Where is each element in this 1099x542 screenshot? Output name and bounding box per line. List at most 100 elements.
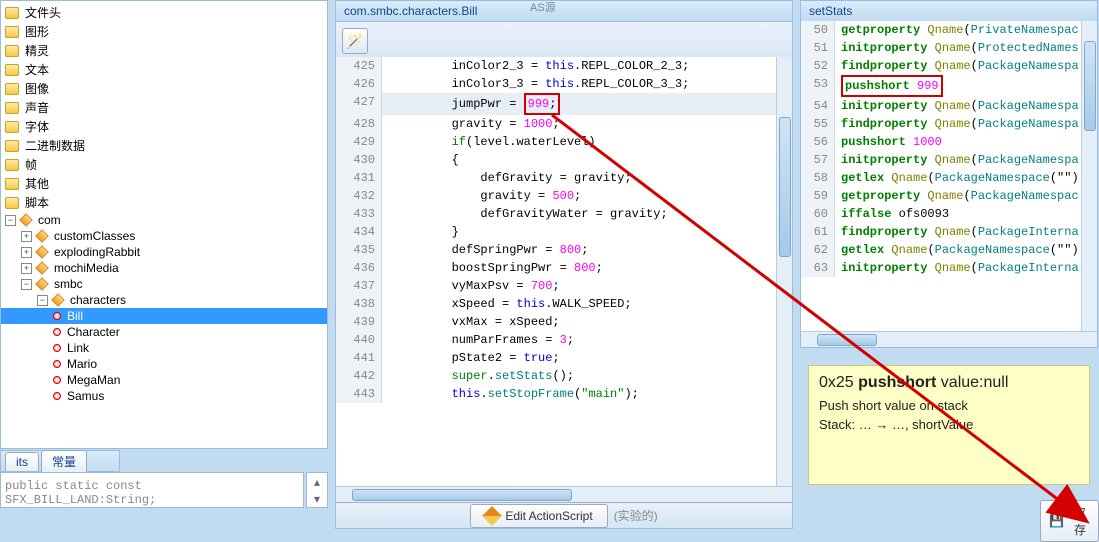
package-icon xyxy=(35,261,49,275)
tree-item[interactable]: 其他 xyxy=(1,174,327,193)
folder-icon xyxy=(5,140,19,152)
tree-item[interactable]: Mario xyxy=(1,356,327,372)
tab-traits[interactable]: its xyxy=(5,452,39,471)
code-line[interactable]: 436 boostSpringPwr = 800; xyxy=(336,259,792,277)
bytecode-line[interactable]: 57initproperty Qname(PackageNamespa xyxy=(801,151,1097,169)
expand-icon[interactable]: + xyxy=(21,247,32,258)
tool-button[interactable]: 🪄 xyxy=(342,28,368,54)
tree-item[interactable]: Link xyxy=(1,340,327,356)
bytecode-line[interactable]: 62getlex Qname(PackageNamespace("") xyxy=(801,241,1097,259)
save-button[interactable]: 💾 仅存 xyxy=(1040,500,1099,542)
tree-item[interactable]: −characters xyxy=(1,292,327,308)
source-code[interactable]: 425 inColor2_3 = this.REPL_COLOR_2_3;426… xyxy=(336,57,792,486)
mini-scroll[interactable]: ▴ ▾ xyxy=(306,472,328,508)
class-icon xyxy=(53,344,61,352)
code-line[interactable]: 434 } xyxy=(336,223,792,241)
class-icon xyxy=(53,360,61,368)
tree-item[interactable]: +customClasses xyxy=(1,228,327,244)
package-icon xyxy=(51,293,65,307)
code-line[interactable]: 430 { xyxy=(336,151,792,169)
code-line[interactable]: 425 inColor2_3 = this.REPL_COLOR_2_3; xyxy=(336,57,792,75)
tree-panel: 文件头图形精灵文本图像声音字体二进制数据帧其他脚本−com+customClas… xyxy=(0,0,328,449)
folder-icon xyxy=(5,197,19,209)
arrow-down-icon[interactable]: ▾ xyxy=(307,490,327,507)
bytecode-code[interactable]: 50getproperty Qname(PrivateNamespac51ini… xyxy=(801,21,1097,331)
tree-item[interactable]: +explodingRabbit xyxy=(1,244,327,260)
tree-item[interactable]: 二进制数据 xyxy=(1,136,327,155)
code-line[interactable]: 426 inColor3_3 = this.REPL_COLOR_3_3; xyxy=(336,75,792,93)
tree-item[interactable]: MegaMan xyxy=(1,372,327,388)
code-line[interactable]: 431 defGravity = gravity; xyxy=(336,169,792,187)
tree-item[interactable]: 脚本 xyxy=(1,193,327,212)
folder-icon xyxy=(5,64,19,76)
class-icon xyxy=(53,312,61,320)
tree-item[interactable]: −smbc xyxy=(1,276,327,292)
code-line[interactable]: 427 jumpPwr = 999; xyxy=(336,93,792,115)
bytecode-line[interactable]: 51initproperty Qname(ProtectedNames xyxy=(801,39,1097,57)
source-hscroll[interactable] xyxy=(336,486,792,502)
tree-item[interactable]: 声音 xyxy=(1,98,327,117)
tree[interactable]: 文件头图形精灵文本图像声音字体二进制数据帧其他脚本−com+customClas… xyxy=(1,1,327,448)
bytecode-line[interactable]: 61findproperty Qname(PackageInterna xyxy=(801,223,1097,241)
pencil-icon xyxy=(482,506,502,526)
folder-icon xyxy=(5,26,19,38)
code-line[interactable]: 432 gravity = 500; xyxy=(336,187,792,205)
code-line[interactable]: 429 if(level.waterLevel) xyxy=(336,133,792,151)
disk-icon: 💾 xyxy=(1049,514,1064,528)
tree-item[interactable]: 文件头 xyxy=(1,3,327,22)
expand-icon[interactable]: + xyxy=(21,263,32,274)
bytecode-panel: setStats 50getproperty Qname(PrivateName… xyxy=(800,0,1098,348)
code-line[interactable]: 442 super.setStats(); xyxy=(336,367,792,385)
source-vscroll[interactable] xyxy=(776,57,792,486)
bytecode-line[interactable]: 55findproperty Qname(PackageNamespa xyxy=(801,115,1097,133)
package-icon xyxy=(19,213,33,227)
tree-item[interactable]: Samus xyxy=(1,388,327,404)
tree-item[interactable]: 图形 xyxy=(1,22,327,41)
bytecode-line[interactable]: 60iffalse ofs0093 xyxy=(801,205,1097,223)
code-line[interactable]: 439 vxMax = xSpeed; xyxy=(336,313,792,331)
edit-hint: (实验的) xyxy=(614,507,658,524)
code-line[interactable]: 440 numParFrames = 3; xyxy=(336,331,792,349)
bytecode-line[interactable]: 59getproperty Qname(PackageNamespac xyxy=(801,187,1097,205)
collapse-icon[interactable]: − xyxy=(37,295,48,306)
bytecode-line[interactable]: 63initproperty Qname(PackageInterna xyxy=(801,259,1097,277)
save-area: 💾 仅存 xyxy=(1040,500,1099,542)
opcode-info-desc: Push short value on stack xyxy=(819,398,1079,413)
collapse-icon[interactable]: − xyxy=(21,279,32,290)
save-label: 仅存 xyxy=(1070,504,1090,538)
code-line[interactable]: 441 pState2 = true; xyxy=(336,349,792,367)
tree-item[interactable]: +mochiMedia xyxy=(1,260,327,276)
code-line[interactable]: 435 defSpringPwr = 800; xyxy=(336,241,792,259)
bytecode-line[interactable]: 52findproperty Qname(PackageNamespa xyxy=(801,57,1097,75)
code-line[interactable]: 438 xSpeed = this.WALK_SPEED; xyxy=(336,295,792,313)
code-line[interactable]: 437 vyMaxPsv = 700; xyxy=(336,277,792,295)
code-line[interactable]: 443 this.setStopFrame("main"); xyxy=(336,385,792,403)
tree-item[interactable]: Character xyxy=(1,324,327,340)
edit-actionscript-button[interactable]: Edit ActionScript xyxy=(470,504,607,528)
bytecode-line[interactable]: 58getlex Qname(PackageNamespace("") xyxy=(801,169,1097,187)
expand-icon[interactable]: + xyxy=(21,231,32,242)
tree-item[interactable]: −com xyxy=(1,212,327,228)
tree-item[interactable]: 帧 xyxy=(1,155,327,174)
constant-line: public static const SFX_BILL_LAND:String… xyxy=(5,479,156,507)
bytecode-title: setStats xyxy=(801,1,1097,22)
tab-constants[interactable]: 常量 xyxy=(41,450,87,472)
tree-item[interactable]: 字体 xyxy=(1,117,327,136)
tree-item[interactable]: 精灵 xyxy=(1,41,327,60)
package-icon xyxy=(35,245,49,259)
bytecode-line[interactable]: 56pushshort 1000 xyxy=(801,133,1097,151)
collapse-icon[interactable]: − xyxy=(5,215,16,226)
bytecode-line[interactable]: 54initproperty Qname(PackageNamespa xyxy=(801,97,1097,115)
tree-item[interactable]: 文本 xyxy=(1,60,327,79)
bytecode-line[interactable]: 50getproperty Qname(PrivateNamespac xyxy=(801,21,1097,39)
source-title: com.smbc.characters.Bill xyxy=(336,1,792,22)
bytecode-hscroll[interactable] xyxy=(801,331,1097,347)
code-line[interactable]: 428 gravity = 1000; xyxy=(336,115,792,133)
tree-item[interactable]: 图像 xyxy=(1,79,327,98)
arrow-up-icon[interactable]: ▴ xyxy=(307,473,327,490)
opcode-info: 0x25 pushshort value:null Push short val… xyxy=(808,365,1090,485)
bytecode-vscroll[interactable] xyxy=(1081,21,1097,331)
tree-item[interactable]: Bill xyxy=(1,308,327,324)
bytecode-line[interactable]: 53pushshort 999 xyxy=(801,75,1097,97)
code-line[interactable]: 433 defGravityWater = gravity; xyxy=(336,205,792,223)
